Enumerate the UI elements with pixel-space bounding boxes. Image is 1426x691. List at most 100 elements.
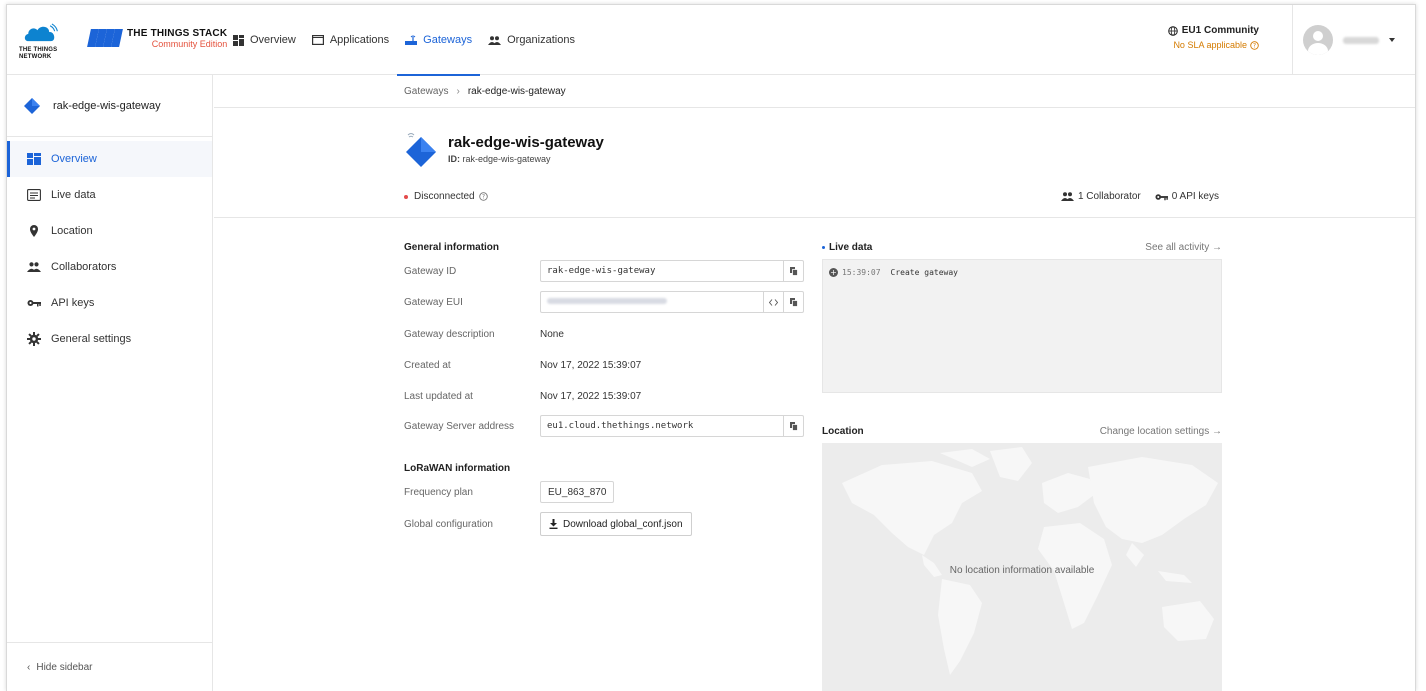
gateway-id-field: rak-edge-wis-gateway xyxy=(540,260,804,282)
sidebar-item-collaborators[interactable]: Collaborators xyxy=(7,249,212,285)
breadcrumb-separator-icon: › xyxy=(456,85,460,97)
stack-title: THE THINGS STACK xyxy=(127,27,228,39)
svg-text:?: ? xyxy=(482,194,485,201)
general-information-heading: General information xyxy=(404,242,500,253)
gateway-eui-row: Gateway EUI xyxy=(404,291,804,313)
sidebar-item-overview[interactable]: Overview xyxy=(7,141,212,177)
user-menu[interactable] xyxy=(1303,25,1395,55)
create-event-icon: + xyxy=(829,268,838,277)
change-location-settings-link[interactable]: Change location settings → xyxy=(1100,426,1222,437)
location-map[interactable]: No location information available xyxy=(822,443,1222,691)
location-header: Location Change location settings → xyxy=(822,426,1222,437)
nav-organizations[interactable]: Organizations xyxy=(480,5,583,75)
gateway-eui-value-redacted[interactable] xyxy=(541,297,763,307)
window-icon xyxy=(311,35,324,45)
divider xyxy=(214,217,1415,218)
gear-icon xyxy=(27,332,41,346)
sidebar-item-label: Live data xyxy=(51,189,96,201)
sidebar: rak-edge-wis-gateway Overview Live data … xyxy=(7,75,213,691)
live-data-panel[interactable]: + 15:39:07 Create gateway xyxy=(822,259,1222,393)
sidebar-item-label: Location xyxy=(51,225,93,237)
code-icon xyxy=(769,298,778,306)
nav-applications[interactable]: Applications xyxy=(304,5,397,75)
list-icon xyxy=(27,189,41,201)
cluster-selector[interactable]: EU1 Community No SLA applicable ? xyxy=(1167,25,1259,50)
nav-overview[interactable]: Overview xyxy=(225,5,304,75)
server-address-label: Gateway Server address xyxy=(404,420,515,432)
sidebar-item-api-keys[interactable]: API keys xyxy=(7,285,212,321)
download-global-conf-button[interactable]: Download global_conf.json xyxy=(540,512,692,536)
cluster-name: EU1 Community xyxy=(1181,25,1259,36)
main-nav: Overview Applications Gateways Organizat… xyxy=(225,5,583,76)
grid-icon xyxy=(27,153,41,165)
created-at-label: Created at xyxy=(404,359,451,371)
sla-text: No SLA applicable xyxy=(1173,40,1247,50)
sidebar-item-location[interactable]: Location xyxy=(7,213,212,249)
live-data-header: Live data See all activity → xyxy=(822,242,1222,253)
frequency-plan-row: Frequency plan EU_863_870 xyxy=(404,481,804,503)
nav-gateways-label: Gateways xyxy=(423,34,473,46)
hide-sidebar-button[interactable]: ‹ Hide sidebar xyxy=(7,642,212,691)
sidebar-item-label: Collaborators xyxy=(51,261,117,273)
created-at-value: Nov 17, 2022 15:39:07 xyxy=(540,359,642,371)
api-keys-count: 0 API keys xyxy=(1171,191,1219,202)
sidebar-item-label: General settings xyxy=(51,333,132,345)
help-icon[interactable]: ? xyxy=(478,192,488,201)
breadcrumb-current: rak-edge-wis-gateway xyxy=(467,85,566,97)
collaborators-count: 1 Collaborator xyxy=(1077,191,1141,202)
sidebar-gateway-header: rak-edge-wis-gateway xyxy=(7,75,212,137)
status-badge: Disconnected ? xyxy=(404,191,488,202)
key-icon xyxy=(27,300,41,307)
nav-applications-label: Applications xyxy=(329,34,390,46)
nav-gateways[interactable]: Gateways xyxy=(397,5,481,76)
global-configuration-row: Global configuration Download global_con… xyxy=(404,512,804,536)
copy-icon xyxy=(789,297,798,307)
stack-logo[interactable]: THE THINGS STACK Community Edition xyxy=(87,27,227,49)
hide-sidebar-label: Hide sidebar xyxy=(36,662,93,673)
ttn-logo[interactable]: THE THINGS NETWORK xyxy=(17,19,67,63)
gateway-icon xyxy=(405,35,418,45)
people-icon xyxy=(27,262,41,272)
collaborators-link[interactable]: 1 Collaborator xyxy=(1060,191,1141,202)
frequency-plan-label: Frequency plan xyxy=(404,486,473,498)
sidebar-gateway-name: rak-edge-wis-gateway xyxy=(53,99,161,112)
globe-icon xyxy=(1167,25,1178,36)
app-window: THE THINGS NETWORK THE THINGS STACK Comm… xyxy=(6,4,1416,691)
frequency-plan-value: EU_863_870 xyxy=(540,481,615,503)
sidebar-item-label: Overview xyxy=(51,153,97,165)
created-at-row: Created at Nov 17, 2022 15:39:07 xyxy=(404,354,804,376)
live-dot-icon xyxy=(822,246,825,249)
api-keys-link[interactable]: 0 API keys xyxy=(1155,191,1219,202)
gateway-id-subtitle: ID: rak-edge-wis-gateway xyxy=(448,154,604,164)
help-icon[interactable]: ? xyxy=(1250,40,1259,50)
live-data-title: Live data xyxy=(829,242,873,253)
sidebar-item-live-data[interactable]: Live data xyxy=(7,177,212,213)
caret-down-icon xyxy=(1389,38,1395,42)
copy-button[interactable] xyxy=(783,416,803,436)
gateway-id-value[interactable]: rak-edge-wis-gateway xyxy=(541,266,783,276)
gateway-id-row: Gateway ID rak-edge-wis-gateway xyxy=(404,260,804,282)
copy-icon xyxy=(789,266,798,276)
avatar xyxy=(1303,25,1333,55)
grid-icon xyxy=(233,34,244,46)
copy-button[interactable] xyxy=(783,261,803,281)
see-all-activity-link[interactable]: See all activity → xyxy=(1145,242,1222,253)
people-icon xyxy=(488,35,502,45)
cloud-icon xyxy=(24,23,58,42)
key-icon xyxy=(1155,193,1168,200)
sidebar-item-general-settings[interactable]: General settings xyxy=(7,321,212,357)
gateway-diamond-icon xyxy=(404,127,438,170)
people-icon xyxy=(1060,192,1074,201)
toggle-byte-order-button[interactable] xyxy=(763,292,783,312)
breadcrumb-gateways[interactable]: Gateways xyxy=(404,86,448,97)
page-title: rak-edge-wis-gateway xyxy=(448,133,604,151)
breadcrumb: Gateways › rak-edge-wis-gateway xyxy=(214,75,1415,108)
status-dot-icon xyxy=(404,194,408,199)
stack-edition: Community Edition xyxy=(151,38,228,49)
copy-button[interactable] xyxy=(783,292,803,312)
server-address-value[interactable]: eu1.cloud.thethings.network xyxy=(541,421,783,431)
list-item[interactable]: + 15:39:07 Create gateway xyxy=(829,268,958,277)
gateway-eui-label: Gateway EUI xyxy=(404,296,463,308)
server-address-row: Gateway Server address eu1.cloud.thethin… xyxy=(404,415,804,437)
download-global-conf-label: Download global_conf.json xyxy=(563,518,683,530)
